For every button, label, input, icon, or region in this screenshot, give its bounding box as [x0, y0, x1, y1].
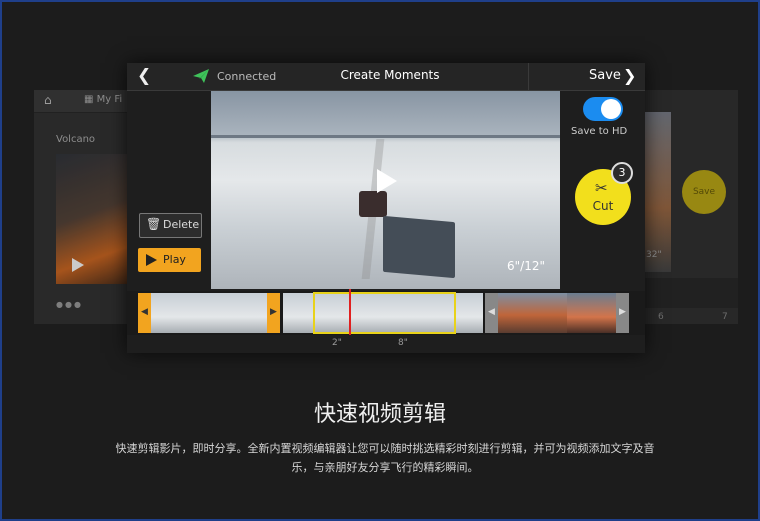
page-title: Create Moments	[340, 68, 440, 82]
scissors-icon: ✂	[595, 179, 608, 197]
trim-handle-left[interactable]: ◀	[485, 293, 498, 333]
timeline-clip[interactable]	[567, 293, 617, 333]
play-icon	[72, 258, 84, 272]
chevron-right-icon[interactable]: ❯	[623, 66, 636, 85]
save-button[interactable]: Save	[589, 68, 621, 83]
background-duration: 32"	[646, 250, 662, 260]
background-right-panel: 32" Save 6 7	[640, 90, 738, 324]
play-button[interactable]: Play	[138, 248, 201, 272]
timeline[interactable]: ◀ ▶ ◀ ▶	[127, 289, 645, 335]
background-left-panel: ⌂ ▦ My Fi Volcano ●●●	[34, 90, 134, 324]
cut-count-badge: 3	[611, 162, 633, 184]
chevron-left-icon: ◀	[488, 307, 495, 317]
feature-description: 快速剪辑影片，即时分享。全新内置视频编辑器让您可以随时挑选精彩时刻进行剪辑，并可…	[115, 442, 655, 474]
save-to-hd-label: Save to HD	[571, 126, 628, 137]
album-thumbnail	[56, 154, 134, 284]
background-thumbnail	[645, 112, 671, 272]
cut-label: Cut	[592, 199, 614, 213]
background-topbar: ⌂ ▦ My Fi	[34, 90, 134, 113]
toggle-knob	[601, 99, 621, 119]
delete-button[interactable]: 🗑 Delete	[139, 213, 202, 238]
album-title: Volcano	[56, 134, 96, 145]
page-dots: ●●●	[56, 300, 83, 309]
editor-toolbar: ❮ Connected Create Moments Save ❯	[127, 63, 645, 91]
feature-heading: 快速视频剪辑	[313, 402, 446, 427]
delete-label: Delete	[163, 218, 200, 231]
video-preview[interactable]: 6"/12"	[211, 91, 560, 289]
video-vehicle	[359, 191, 387, 217]
background-number: 7	[722, 312, 728, 322]
trim-handle-right[interactable]: ▶	[267, 293, 280, 333]
home-icon: ⌂	[44, 93, 52, 107]
background-tab-label: ▦ My Fi	[84, 94, 123, 105]
chevron-right-icon: ▶	[619, 307, 626, 317]
video-time-display: 6"/12"	[507, 259, 545, 273]
playhead[interactable]	[349, 289, 351, 335]
background-save-button: Save	[682, 170, 726, 214]
toolbar-divider	[528, 63, 529, 90]
background-timeline	[640, 278, 738, 308]
play-label: Play	[163, 253, 186, 266]
selected-segment[interactable]	[313, 292, 456, 334]
video-trailer	[383, 215, 455, 279]
background-number: 6	[658, 312, 664, 322]
chevron-left-icon: ◀	[141, 307, 148, 317]
timeline-marker: 8"	[398, 338, 408, 348]
video-horizon	[211, 135, 560, 138]
play-triangle-icon	[146, 254, 157, 266]
video-editor-panel: ❮ Connected Create Moments Save ❯ 6"/12"…	[127, 63, 645, 353]
play-icon[interactable]	[377, 169, 397, 193]
save-to-hd-toggle[interactable]	[583, 97, 623, 121]
trash-icon: 🗑	[146, 217, 162, 231]
timeline-clip[interactable]	[141, 293, 267, 333]
timeline-marker: 2"	[332, 338, 342, 348]
trim-handle-right[interactable]: ▶	[616, 293, 629, 333]
trim-handle-left[interactable]: ◀	[138, 293, 151, 333]
chevron-right-icon: ▶	[270, 307, 277, 317]
